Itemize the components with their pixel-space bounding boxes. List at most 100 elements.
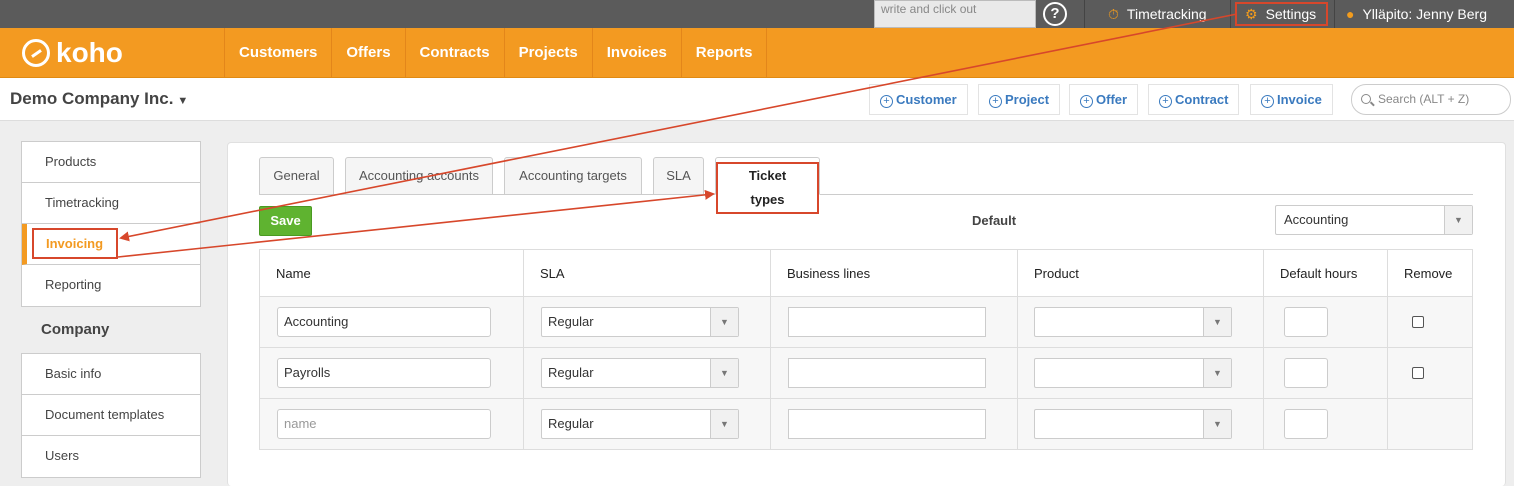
add-project-button[interactable]: + Project — [978, 84, 1061, 115]
tab-sla[interactable]: SLA — [653, 157, 704, 195]
add-offer-button[interactable]: + Offer — [1069, 84, 1139, 115]
col-sla: SLA — [523, 249, 771, 297]
business-lines-input[interactable] — [788, 307, 986, 337]
sla-select[interactable]: Regular ▼ — [541, 358, 739, 388]
chevron-down-icon: ▼ — [1203, 410, 1231, 438]
remove-cell-empty — [1387, 398, 1473, 450]
table-row: name Regular ▼ ▼ — [259, 398, 1473, 450]
plus-icon: + — [1080, 95, 1093, 108]
tab-accounting-targets[interactable]: Accounting targets — [504, 157, 642, 195]
logo-icon — [22, 39, 50, 67]
name-input[interactable]: Accounting — [277, 307, 491, 337]
top-bar: write and click out ? ⏱ Timetracking ⚙ Set… — [0, 0, 1514, 28]
koho-logo[interactable]: koho — [22, 37, 123, 68]
remove-checkbox[interactable] — [1412, 367, 1424, 379]
product-select[interactable]: ▼ — [1034, 409, 1232, 439]
nav-offers[interactable]: Offers — [331, 28, 404, 77]
add-contract-button[interactable]: + Contract — [1148, 84, 1240, 115]
sla-select[interactable]: Regular ▼ — [541, 409, 739, 439]
settings-menu: Products Timetracking Invoicing Reportin… — [21, 141, 201, 307]
divider — [1084, 0, 1085, 28]
stopwatch-icon: ⏱ — [1108, 6, 1119, 22]
sla-value: Regular — [548, 314, 594, 329]
timetracking-label: Timetracking — [1126, 6, 1207, 22]
table-row: Accounting Regular ▼ ▼ — [259, 296, 1473, 348]
default-hours-input[interactable] — [1284, 307, 1328, 337]
default-hours-input[interactable] — [1284, 358, 1328, 388]
default-ticket-type-select[interactable]: Accounting ▼ — [1275, 205, 1473, 235]
ticket-types-table: Name SLA Business lines Product Default … — [259, 249, 1473, 450]
settings-link[interactable]: ⚙ Settings — [1235, 2, 1329, 26]
tab-ticket-types-label: Ticket types — [716, 162, 819, 214]
search-placeholder: Search (ALT + Z) — [1378, 92, 1470, 106]
note-textarea[interactable]: write and click out — [874, 0, 1036, 28]
sidebar-item-users[interactable]: Users — [22, 436, 200, 477]
plus-icon: + — [880, 95, 893, 108]
divider — [1230, 0, 1231, 28]
sla-value: Regular — [548, 416, 594, 431]
col-product: Product — [1017, 249, 1264, 297]
add-customer-button[interactable]: + Customer — [869, 84, 968, 115]
chevron-down-icon: ▼ — [1203, 308, 1231, 336]
help-icon[interactable]: ? — [1043, 2, 1067, 26]
sidebar-item-basic-info[interactable]: Basic info — [22, 354, 200, 395]
nav-contracts[interactable]: Contracts — [404, 28, 504, 77]
company-name: Demo Company Inc. — [10, 89, 174, 108]
divider — [1334, 0, 1335, 28]
default-label: Default — [972, 213, 1017, 228]
sidebar-item-products[interactable]: Products — [22, 142, 200, 183]
sla-select[interactable]: Regular ▼ — [541, 307, 739, 337]
table-row: Payrolls Regular ▼ ▼ — [259, 347, 1473, 399]
sidebar-item-invoicing[interactable]: Invoicing — [22, 224, 200, 265]
tab-ticket-types[interactable]: Ticket types — [715, 157, 820, 214]
product-select[interactable]: ▼ — [1034, 358, 1232, 388]
tab-general[interactable]: General — [259, 157, 334, 195]
add-invoice-button[interactable]: + Invoice — [1250, 84, 1333, 115]
add-invoice-label: Invoice — [1277, 92, 1322, 107]
product-select[interactable]: ▼ — [1034, 307, 1232, 337]
logo-text: koho — [56, 37, 123, 68]
plus-icon: + — [1159, 95, 1172, 108]
business-lines-input[interactable] — [788, 358, 986, 388]
gear-icon: ⚙ — [1245, 6, 1258, 22]
search-icon — [1361, 94, 1371, 104]
sla-value: Regular — [548, 365, 594, 380]
timetracking-link[interactable]: ⏱ Timetracking — [1108, 0, 1207, 28]
add-contract-label: Contract — [1175, 92, 1229, 107]
nav-invoices[interactable]: Invoices — [591, 28, 681, 77]
default-ticket-type-value: Accounting — [1284, 212, 1349, 227]
add-project-label: Project — [1005, 92, 1050, 107]
sidebar-item-timetracking[interactable]: Timetracking — [22, 183, 200, 224]
plus-icon: + — [989, 95, 1002, 108]
plus-icon: + — [1261, 95, 1274, 108]
nav-projects[interactable]: Projects — [503, 28, 592, 77]
col-remove: Remove — [1387, 249, 1473, 297]
user-label: Ylläpito: Jenny Berg — [1362, 6, 1487, 22]
sidebar-item-reporting[interactable]: Reporting — [22, 265, 200, 306]
default-hours-input[interactable] — [1284, 409, 1328, 439]
sidebar-item-document-templates[interactable]: Document templates — [22, 395, 200, 436]
user-icon: ● — [1346, 6, 1355, 22]
chevron-down-icon: ▼ — [710, 410, 738, 438]
remove-checkbox[interactable] — [1412, 316, 1424, 328]
company-heading: Company — [41, 321, 110, 338]
add-offer-label: Offer — [1096, 92, 1128, 107]
name-input[interactable]: Payrolls — [277, 358, 491, 388]
tab-accounting-accounts[interactable]: Accounting accounts — [345, 157, 493, 195]
col-default-hours: Default hours — [1263, 249, 1388, 297]
caret-down-icon: ▼ — [177, 95, 189, 107]
save-button[interactable]: Save — [259, 206, 312, 236]
new-name-input[interactable]: name — [277, 409, 491, 439]
sidebar-item-invoicing-label: Invoicing — [32, 228, 119, 259]
nav-customers[interactable]: Customers — [224, 28, 331, 77]
nav-reports[interactable]: Reports — [680, 28, 768, 77]
company-menu: Basic info Document templates Users — [21, 353, 201, 478]
business-lines-input[interactable] — [788, 409, 986, 439]
company-selector[interactable]: Demo Company Inc. ▼ — [10, 89, 188, 109]
main-nav: koho Customers Offers Contracts Projects… — [0, 28, 1514, 78]
settings-label: Settings — [1265, 6, 1317, 22]
add-customer-label: Customer — [896, 92, 957, 107]
search-input[interactable]: Search (ALT + Z) — [1351, 84, 1511, 115]
user-menu[interactable]: ● Ylläpito: Jenny Berg — [1346, 0, 1487, 28]
page-header: Demo Company Inc. ▼ + Customer + Project + O… — [0, 78, 1514, 121]
